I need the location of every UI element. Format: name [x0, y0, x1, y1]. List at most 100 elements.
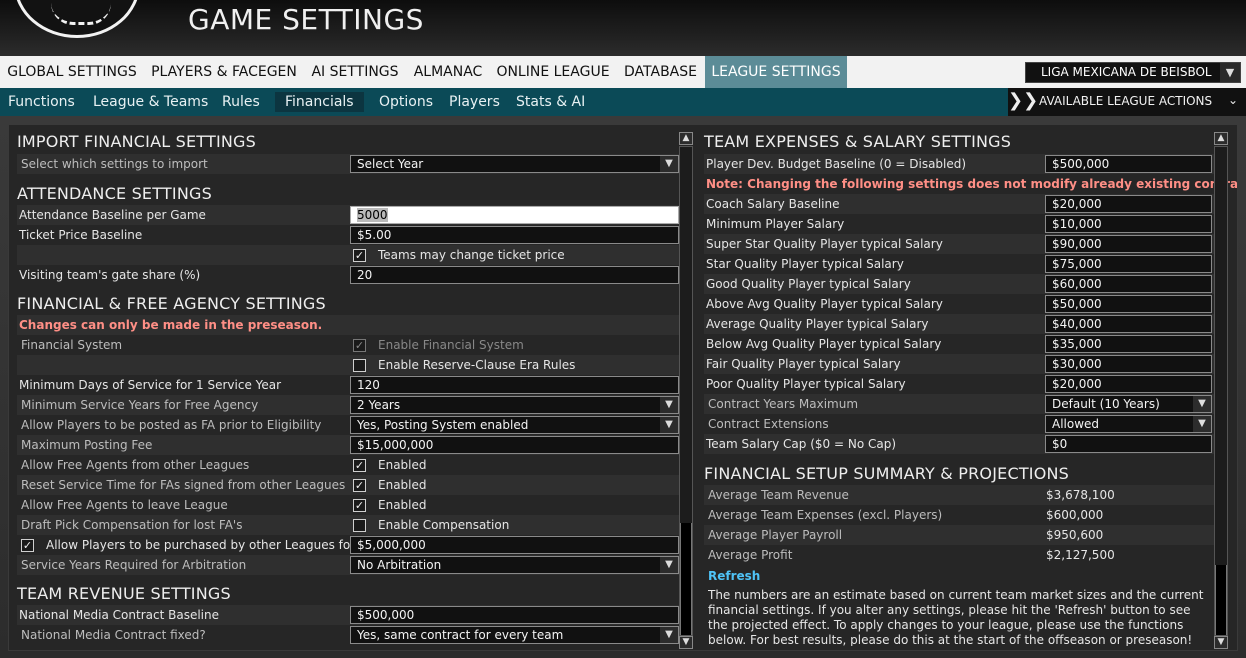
sub-nav: Functions League & Teams Rules Financial…	[0, 88, 1246, 116]
preseason-warning-row: Changes can only be made in the preseaso…	[17, 315, 680, 335]
import-year-select[interactable]: Select Year ▼	[350, 155, 679, 173]
fa-leave-row: Allow Free Agents to leave League ✓ Enab…	[17, 495, 680, 515]
salary-input[interactable]: $10,000	[1045, 215, 1212, 233]
salary-row: Poor Quality Player typical Salary $20,0…	[704, 374, 1214, 394]
extensions-row: Contract Extensions Allowed ▼	[704, 414, 1214, 434]
tab-almanac[interactable]: ALMANAC	[406, 56, 490, 88]
posting-select[interactable]: Yes, Posting System enabled ▼	[350, 416, 679, 434]
min-days-label: Minimum Days of Service for 1 Service Ye…	[19, 378, 282, 392]
salary-cap-row: Team Salary Cap ($0 = No Cap) $0	[704, 434, 1214, 454]
import-year-value: Select Year	[357, 157, 424, 171]
tab-league-settings[interactable]: LEAGUE SETTINGS	[705, 56, 847, 88]
ticket-price-input[interactable]: $5.00	[350, 226, 679, 244]
fa-leave-value: Enabled	[378, 498, 427, 512]
change-ticket-label: Teams may change ticket price	[378, 248, 565, 262]
main-area: IMPORT FINANCIAL SETTINGS Select which s…	[0, 116, 1246, 658]
attendance-baseline-input[interactable]: 5000	[350, 206, 679, 224]
right-scroll-thumb[interactable]	[1215, 565, 1227, 635]
salary-input[interactable]: $50,000	[1045, 295, 1212, 313]
tab-database[interactable]: DATABASE	[616, 56, 705, 88]
revenue-section-title: TEAM REVENUE SETTINGS	[17, 584, 231, 603]
available-league-actions[interactable]: ❯❯ AVAILABLE LEAGUE ACTIONS ⌄	[1008, 88, 1246, 116]
purchase-input[interactable]: $5,000,000	[350, 536, 679, 554]
chevron-down-icon: ▼	[1193, 396, 1211, 412]
salary-label: Star Quality Player typical Salary	[706, 257, 904, 271]
left-scroll-thumb[interactable]	[680, 523, 692, 635]
subtab-financials[interactable]: Financials	[275, 92, 364, 112]
summary-label: Average Profit	[708, 548, 793, 562]
arbitration-label: Service Years Required for Arbitration	[21, 558, 247, 572]
min-years-select[interactable]: 2 Years ▼	[350, 396, 679, 414]
double-chevron-right-icon: ❯❯	[1008, 90, 1039, 111]
max-posting-fee-input[interactable]: $15,000,000	[350, 436, 679, 454]
tab-global-settings[interactable]: GLOBAL SETTINGS	[0, 56, 144, 88]
salary-input[interactable]: $90,000	[1045, 235, 1212, 253]
salary-label: Minimum Player Salary	[706, 217, 845, 231]
right-scrollbar[interactable]	[1214, 146, 1228, 636]
media-fixed-select[interactable]: Yes, same contract for every team ▼	[350, 626, 679, 644]
refresh-button[interactable]: Refresh	[708, 569, 760, 583]
right-scroll-down-button[interactable]: ▼	[1214, 636, 1228, 649]
salary-label: Poor Quality Player typical Salary	[706, 377, 906, 391]
top-nav: GLOBAL SETTINGS PLAYERS & FACEGEN AI SET…	[0, 56, 1246, 88]
draft-comp-checkbox[interactable]	[353, 519, 366, 532]
enable-financial-checkbox[interactable]: ✓	[353, 339, 366, 352]
fa-leave-label: Allow Free Agents to leave League	[21, 498, 228, 512]
summary-label: Average Player Payroll	[708, 528, 843, 542]
left-scrollbar[interactable]	[679, 146, 693, 636]
summary-label: Average Team Expenses (excl. Players)	[708, 508, 943, 522]
summary-value: $950,600	[1046, 528, 1104, 542]
subtab-stats-ai[interactable]: Stats & AI	[506, 92, 595, 112]
summary-value: $600,000	[1046, 508, 1104, 522]
summary-label: Average Team Revenue	[708, 488, 849, 502]
tab-ai-settings[interactable]: AI SETTINGS	[304, 56, 406, 88]
salary-row: Fair Quality Player typical Salary $30,0…	[704, 354, 1214, 374]
reserve-clause-row: Enable Reserve-Clause Era Rules	[17, 355, 680, 375]
tab-online-league[interactable]: ONLINE LEAGUE	[490, 56, 616, 88]
salary-input[interactable]: $35,000	[1045, 335, 1212, 353]
subtab-players[interactable]: Players	[439, 92, 510, 112]
salary-input[interactable]: $30,000	[1045, 355, 1212, 373]
double-chevron-down-icon: ⌄	[1227, 93, 1238, 107]
league-select-value: LIGA MEXICANA DE BEISBOL	[1041, 65, 1212, 79]
salary-input[interactable]: $20,000	[1045, 195, 1212, 213]
subtab-rules[interactable]: Rules	[212, 92, 270, 112]
dev-budget-input[interactable]: $500,000	[1045, 155, 1212, 173]
fa-other-leagues-checkbox[interactable]: ✓	[353, 459, 366, 472]
left-scroll-up-button[interactable]: ▲	[679, 132, 693, 145]
draft-comp-row: Draft Pick Compensation for lost FA's En…	[17, 515, 680, 535]
subtab-league-teams[interactable]: League & Teams	[83, 92, 218, 112]
draft-comp-label: Draft Pick Compensation for lost FA's	[21, 518, 243, 532]
salary-cap-input[interactable]: $0	[1045, 435, 1212, 453]
contract-years-select[interactable]: Default (10 Years) ▼	[1045, 395, 1212, 413]
subtab-options[interactable]: Options	[369, 92, 443, 112]
salary-input[interactable]: $20,000	[1045, 375, 1212, 393]
league-select[interactable]: LIGA MEXICANA DE BEISBOL ▼	[1025, 62, 1241, 83]
right-scroll-up-button[interactable]: ▲	[1214, 132, 1228, 145]
posting-value: Yes, Posting System enabled	[357, 418, 529, 432]
fa-other-leagues-value: Enabled	[378, 458, 427, 472]
salary-cap-label: Team Salary Cap ($0 = No Cap)	[706, 437, 897, 451]
attendance-baseline-value: 5000	[357, 208, 388, 222]
min-days-input[interactable]: 120	[350, 376, 679, 394]
salary-label: Above Avg Quality Player typical Salary	[706, 297, 943, 311]
extensions-select[interactable]: Allowed ▼	[1045, 415, 1212, 433]
purchase-checkbox[interactable]: ✓	[21, 539, 34, 552]
reset-service-checkbox[interactable]: ✓	[353, 479, 366, 492]
salary-row: Below Avg Quality Player typical Salary …	[704, 334, 1214, 354]
summary-note: The numbers are an estimate based on cur…	[708, 588, 1204, 646]
salary-input[interactable]: $75,000	[1045, 255, 1212, 273]
summary-row: Average Player Payroll $950,600	[704, 525, 1214, 545]
left-scroll-down-button[interactable]: ▼	[679, 636, 693, 649]
salary-input[interactable]: $40,000	[1045, 315, 1212, 333]
change-ticket-checkbox[interactable]: ✓	[353, 249, 366, 262]
salary-input[interactable]: $60,000	[1045, 275, 1212, 293]
media-contract-input[interactable]: $500,000	[350, 606, 679, 624]
fa-leave-checkbox[interactable]: ✓	[353, 499, 366, 512]
tab-players-facegen[interactable]: PLAYERS & FACEGEN	[144, 56, 304, 88]
reserve-clause-checkbox[interactable]	[353, 359, 366, 372]
arbitration-select[interactable]: No Arbitration ▼	[350, 556, 679, 574]
summary-row: Average Team Expenses (excl. Players) $6…	[704, 505, 1214, 525]
gate-share-input[interactable]: 20	[350, 266, 679, 284]
subtab-functions[interactable]: Functions	[0, 92, 85, 112]
